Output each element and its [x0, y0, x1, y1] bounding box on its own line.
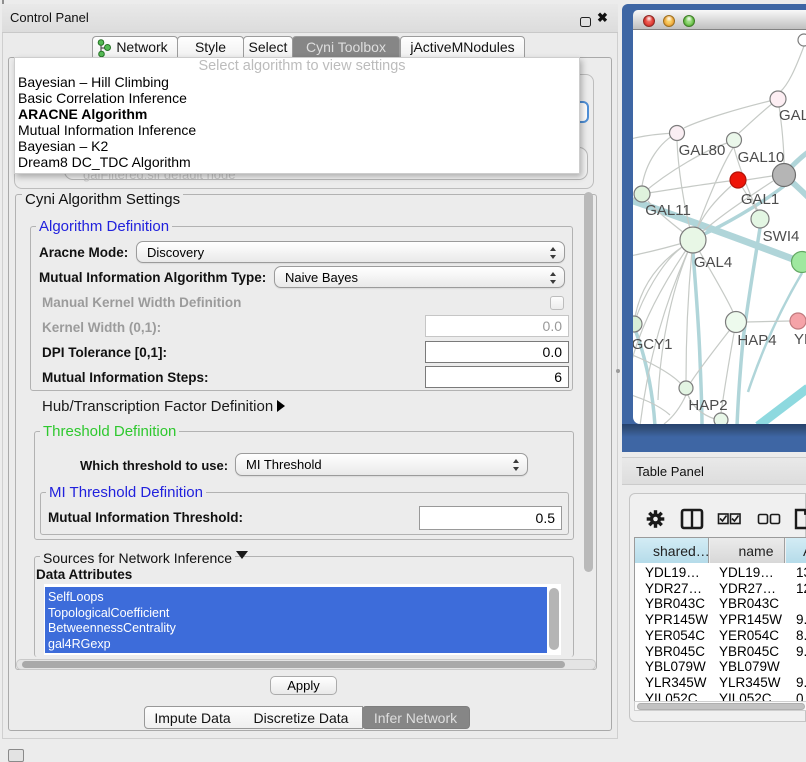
svg-text:GAL80: GAL80 — [679, 142, 726, 159]
svg-text:GAL7: GAL7 — [779, 107, 806, 124]
svg-text:HAP4: HAP4 — [737, 332, 776, 349]
svg-text:GCY1: GCY1 — [633, 336, 672, 353]
svg-text:GAL1: GAL1 — [741, 191, 779, 208]
svg-text:SWI4: SWI4 — [763, 228, 800, 245]
svg-text:YM: YM — [794, 331, 806, 348]
svg-text:HAP2: HAP2 — [688, 397, 727, 414]
svg-text:GAL10: GAL10 — [738, 149, 785, 166]
svg-text:GAL4: GAL4 — [694, 254, 732, 271]
svg-text:GAL11: GAL11 — [645, 202, 691, 219]
